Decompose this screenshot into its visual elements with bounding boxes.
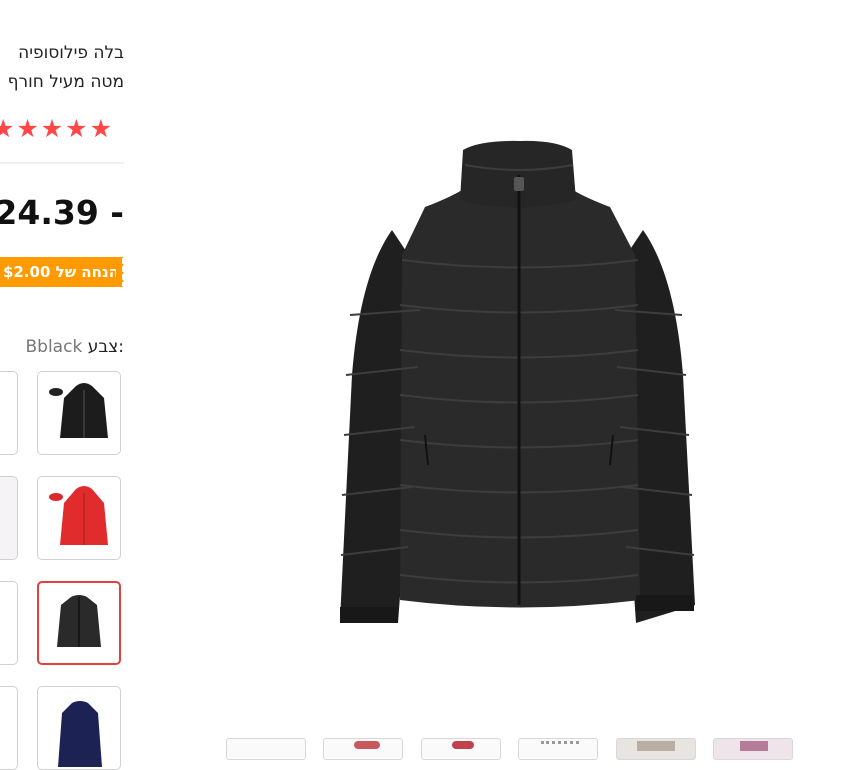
color-selector-label: Bblack צבע: bbox=[26, 337, 125, 357]
gallery-thumbnail[interactable] bbox=[616, 738, 696, 760]
product-title-line-1[interactable]: בלה פילוסופיה bbox=[18, 43, 124, 63]
gallery-thumbnail[interactable] bbox=[518, 738, 598, 760]
color-swatch-black-hooded[interactable] bbox=[37, 371, 121, 455]
selected-color-value: Bblack bbox=[25, 337, 83, 357]
color-swatch-navy[interactable] bbox=[37, 686, 121, 770]
gallery-thumbnail[interactable] bbox=[226, 738, 306, 760]
gallery-thumbnail[interactable] bbox=[713, 738, 793, 760]
divider bbox=[0, 162, 124, 164]
color-swatch[interactable] bbox=[0, 476, 18, 560]
color-label: צבע: bbox=[87, 337, 124, 357]
main-product-image[interactable] bbox=[330, 135, 705, 630]
gallery-thumbnail[interactable] bbox=[421, 738, 501, 760]
color-swatch-black[interactable] bbox=[37, 581, 121, 665]
color-swatch[interactable] bbox=[0, 581, 18, 665]
product-title-line-2[interactable]: מטה מעיל חורף bbox=[8, 72, 124, 92]
color-swatch[interactable] bbox=[0, 371, 18, 455]
color-swatch-red-hooded[interactable] bbox=[37, 476, 121, 560]
coupon-badge[interactable]: הנחה של $2.00 bbox=[0, 257, 122, 287]
rating-stars[interactable]: ★★★★★ bbox=[0, 114, 114, 143]
coupon-zigzag-edge bbox=[116, 257, 124, 287]
product-price: 24.39 - bbox=[0, 193, 124, 232]
color-swatch[interactable] bbox=[0, 686, 18, 770]
gallery-thumbnail[interactable] bbox=[323, 738, 403, 760]
